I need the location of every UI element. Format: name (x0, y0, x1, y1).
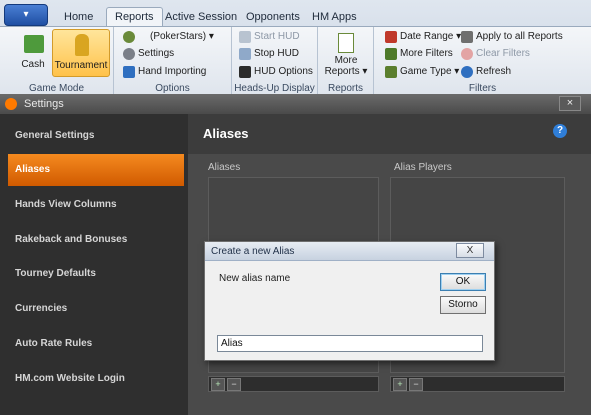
ribbon-body: Cash Tournament Game Mode (PokerStars) ▾… (0, 26, 591, 95)
player-label: (PokerStars) (150, 31, 207, 42)
hud-options-button[interactable]: HUD Options (238, 64, 313, 80)
stop-hud-button[interactable]: Stop HUD (238, 46, 299, 62)
more-filters-label: More Filters (400, 48, 453, 59)
settings-close-button[interactable]: × (559, 96, 581, 111)
settings-button[interactable]: Settings (122, 46, 174, 62)
clear-icon (461, 48, 473, 60)
game-type-icon (385, 66, 397, 78)
settings-title: Settings (24, 98, 64, 110)
sidebar-item-currencies[interactable]: Currencies (8, 293, 184, 325)
apply-icon (461, 31, 473, 43)
sidebar-item-tourney-defaults[interactable]: Tourney Defaults (8, 258, 184, 290)
add-alias-button[interactable]: + (211, 378, 225, 391)
apply-all-label: Apply to all Reports (476, 31, 563, 42)
create-alias-dialog: Create a new Alias X New alias name OK S… (204, 241, 495, 361)
reports-icon (338, 33, 354, 53)
help-icon[interactable]: ? (553, 124, 567, 138)
refresh-button[interactable]: Refresh (460, 64, 511, 80)
start-hud-button[interactable]: Start HUD (238, 29, 300, 45)
sidebar-item-hands-view-columns[interactable]: Hands View Columns (8, 189, 184, 221)
refresh-label: Refresh (476, 66, 512, 77)
alias-players-label: Alias Players (394, 162, 452, 173)
sidebar-item-rakeback[interactable]: Rakeback and Bonuses (8, 224, 184, 256)
start-hud-label: Start HUD (254, 31, 300, 42)
group-hud: Start HUD Stop HUD HUD Options Heads-Up … (232, 27, 318, 95)
hand-importing-button[interactable]: Hand Importing (122, 64, 206, 80)
dialog-titlebar: Create a new Alias X (205, 242, 494, 261)
game-type-label: Game Type (400, 66, 452, 77)
cash-button[interactable]: Cash (16, 29, 50, 77)
sidebar-item-auto-rate-rules[interactable]: Auto Rate Rules (8, 328, 184, 360)
sidebar-item-aliases[interactable]: Aliases (8, 154, 184, 186)
app-logo-icon (5, 98, 17, 110)
dialog-title: Create a new Alias (211, 246, 295, 257)
content-header: Aliases ? (188, 114, 591, 154)
stop-icon (239, 48, 251, 60)
tab-home[interactable]: Home (64, 8, 93, 26)
group-game-mode: Cash Tournament Game Mode (0, 27, 114, 95)
group-options: (PokerStars) ▾ Settings Hand Importing O… (114, 27, 232, 95)
sidebar-item-hm-website-login[interactable]: HM.com Website Login (8, 363, 184, 395)
hud-options-label: HUD Options (254, 66, 313, 77)
page-title: Aliases (203, 126, 249, 141)
cash-icon (24, 35, 44, 53)
group-label-reports: Reports (327, 83, 363, 94)
apply-all-reports-button[interactable]: Apply to all Reports (460, 29, 563, 45)
hud-options-icon (239, 66, 251, 78)
date-range-label: Date Range (400, 31, 454, 42)
aliases-label: Aliases (208, 162, 241, 173)
cancel-button[interactable]: Storno (440, 296, 486, 314)
alias-name-input[interactable] (217, 335, 483, 352)
more-filters-button[interactable]: More Filters (384, 46, 453, 62)
game-type-button[interactable]: Game Type ▾ (384, 64, 459, 80)
alias-players-toolbar: + − (390, 376, 565, 392)
play-icon (239, 31, 251, 43)
aliases-toolbar: + − (208, 376, 379, 392)
sidebar-item-general-settings[interactable]: General Settings (8, 120, 184, 152)
tournament-label: Tournament (54, 60, 108, 71)
player-selector[interactable]: (PokerStars) ▾ (122, 29, 214, 45)
import-icon (123, 66, 135, 78)
refresh-icon (461, 66, 473, 78)
filter-icon (385, 48, 397, 60)
more-reports-button[interactable]: More Reports ▾ (324, 29, 368, 77)
dialog-close-button[interactable]: X (456, 243, 484, 258)
tab-active-session[interactable]: Active Session (165, 8, 237, 26)
gear-icon (123, 48, 135, 60)
group-filters: Date Range ▾ More Filters Game Type ▾ Ap… (374, 27, 591, 95)
group-reports: More Reports ▾ Reports (318, 27, 374, 95)
clear-filters-button[interactable]: Clear Filters (460, 46, 530, 62)
app-menu-button[interactable]: ▾ (4, 4, 48, 26)
tab-opponents[interactable]: Opponents (246, 8, 300, 26)
ok-button[interactable]: OK (440, 273, 486, 291)
cash-label: Cash (21, 59, 45, 70)
trophy-icon (75, 34, 89, 56)
more-reports-label: More Reports (324, 55, 360, 77)
remove-alias-button[interactable]: − (227, 378, 241, 391)
hand-importing-label: Hand Importing (138, 66, 207, 77)
group-label-hud: Heads-Up Display (234, 83, 315, 94)
group-label-game-mode: Game Mode (28, 83, 85, 94)
ribbon: ▾ Home Reports Active Session Opponents … (0, 0, 591, 95)
user-icon (123, 31, 135, 43)
tournament-button[interactable]: Tournament (52, 29, 110, 77)
add-player-button[interactable]: + (393, 378, 407, 391)
group-label-filters: Filters (468, 83, 497, 94)
settings-sidebar: General Settings Aliases Hands View Colu… (0, 114, 188, 415)
remove-player-button[interactable]: − (409, 378, 423, 391)
alias-name-label: New alias name (219, 273, 291, 284)
settings-titlebar: Settings × (0, 94, 591, 114)
tab-reports[interactable]: Reports (106, 7, 163, 27)
stop-hud-label: Stop HUD (254, 48, 300, 59)
calendar-icon (385, 31, 397, 43)
group-label-options: Options (155, 83, 190, 94)
clear-filters-label: Clear Filters (476, 48, 530, 59)
date-range-button[interactable]: Date Range ▾ (384, 29, 461, 45)
tab-hm-apps[interactable]: HM Apps (312, 8, 357, 26)
settings-label: Settings (138, 48, 175, 59)
